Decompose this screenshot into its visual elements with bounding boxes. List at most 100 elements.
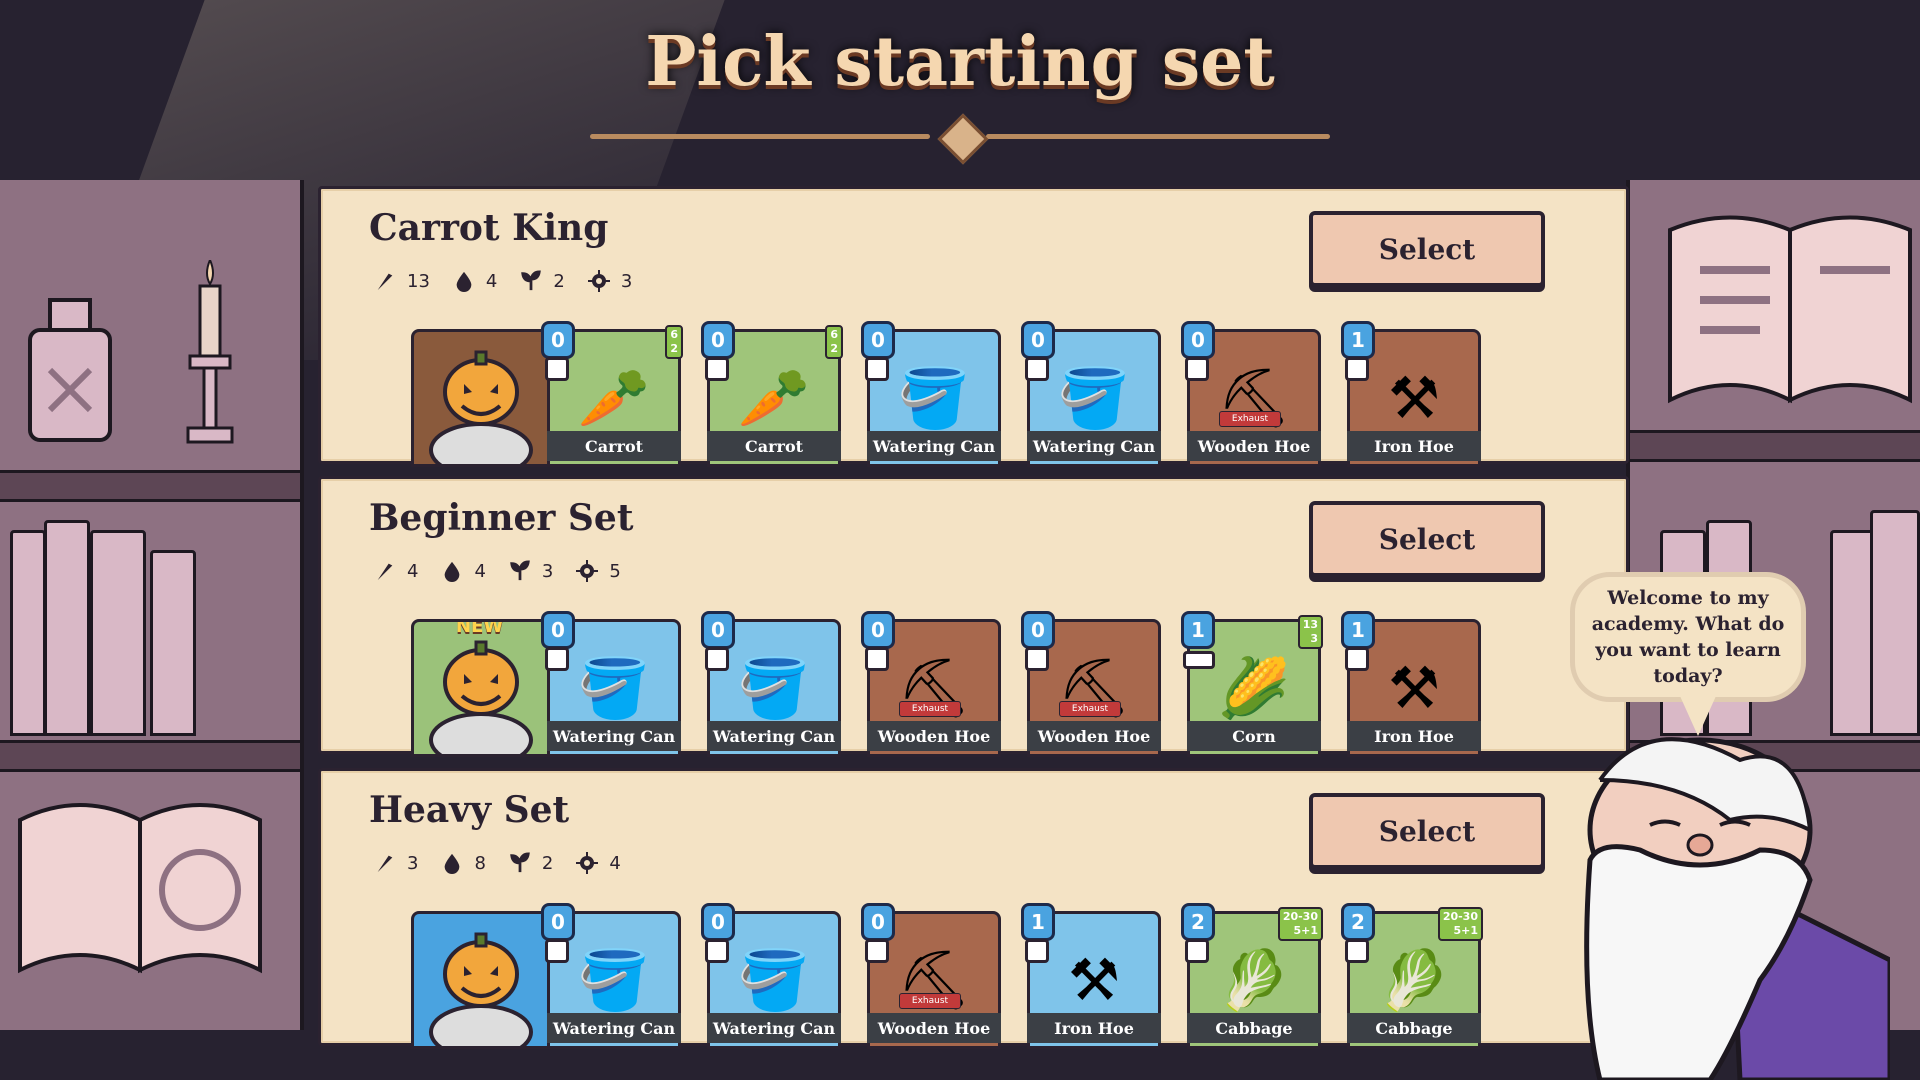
pumpkin-scarecrow-hero-card[interactable] bbox=[411, 329, 551, 467]
stat-hoe: 13 bbox=[373, 269, 430, 293]
select-button[interactable]: Select bbox=[1309, 501, 1545, 577]
stat-sprout: 2 bbox=[519, 269, 565, 293]
card-yield-badge: 62 bbox=[665, 325, 683, 359]
card-slot-icon bbox=[865, 647, 889, 671]
stat-value: 13 bbox=[407, 270, 430, 292]
card-slot-icon bbox=[1185, 357, 1209, 381]
water-drop-icon bbox=[452, 269, 476, 293]
card-carrot[interactable]: 🥕 0 6 2 Carrot bbox=[541, 321, 683, 467]
card-watering-can[interactable]: 🪣 0 Watering Can bbox=[541, 611, 681, 757]
card-name: Watering Can bbox=[707, 1013, 841, 1043]
card-name: Corn bbox=[1187, 721, 1321, 751]
card-slot-icon bbox=[705, 647, 729, 671]
open-book-icon bbox=[1668, 215, 1912, 404]
stat-water: 8 bbox=[440, 851, 486, 875]
yield-time: 5+1 bbox=[1453, 924, 1478, 937]
title-divider-left bbox=[590, 134, 930, 139]
leaf-emblem-icon bbox=[937, 113, 989, 165]
card-cabbage[interactable]: 🥬 2 20-30 5+1 Cabbage bbox=[1181, 903, 1323, 1049]
card-cost: 2 bbox=[1181, 903, 1215, 941]
gear-icon bbox=[587, 269, 611, 293]
card-name: Wooden Hoe bbox=[1027, 721, 1161, 751]
card-wooden-hoe[interactable]: ⛏ 0 Exhaust Wooden Hoe bbox=[1181, 321, 1321, 467]
yield-gold: 20-30 bbox=[1442, 910, 1478, 923]
stat-water: 4 bbox=[440, 559, 486, 583]
set-stats: 13 4 2 3 bbox=[373, 269, 632, 293]
shelf-plank bbox=[1630, 430, 1920, 462]
card-cost: 0 bbox=[861, 903, 895, 941]
select-button[interactable]: Select bbox=[1309, 211, 1545, 287]
starting-set-panel: Carrot King 13 4 2 3 Select 🥕 0 6 2 Carrot 🥕 0 6 2 Carr… bbox=[318, 186, 1629, 467]
card-cost: 1 bbox=[1341, 321, 1375, 359]
card-name: Iron Hoe bbox=[1027, 1013, 1161, 1043]
card-slot-icon bbox=[545, 647, 569, 671]
pumpkin-merchant-hero-card[interactable] bbox=[411, 911, 551, 1049]
card-cost: 0 bbox=[541, 611, 575, 649]
card-slot-icon bbox=[705, 357, 729, 381]
card-watering-can[interactable]: 🪣 0 Watering Can bbox=[541, 903, 681, 1049]
set-stats: 3 8 2 4 bbox=[373, 851, 621, 875]
hoe-stat-icon bbox=[373, 559, 397, 583]
stat-value: 8 bbox=[474, 852, 486, 874]
card-slot-icon bbox=[1183, 651, 1215, 669]
set-name: Beginner Set bbox=[369, 497, 634, 539]
card-slot-icon bbox=[865, 939, 889, 963]
set-stats: 4 4 3 5 bbox=[373, 559, 621, 583]
card-name: Watering Can bbox=[1027, 431, 1161, 461]
stat-value: 4 bbox=[609, 852, 621, 874]
card-iron-hoe[interactable]: ⚒ 1 Iron Hoe bbox=[1341, 321, 1481, 467]
card-cost: 0 bbox=[861, 611, 895, 649]
card-corn[interactable]: 🌽 1 13 3 Corn bbox=[1181, 611, 1323, 757]
card-wooden-hoe[interactable]: ⛏ 0 Exhaust Wooden Hoe bbox=[1021, 611, 1161, 757]
select-button[interactable]: Select bbox=[1309, 793, 1545, 869]
gear-icon bbox=[575, 559, 599, 583]
card-watering-can[interactable]: 🪣 0 Watering Can bbox=[701, 903, 841, 1049]
card-cost: 1 bbox=[1341, 611, 1375, 649]
card-watering-can[interactable]: 🪣 0 Watering Can bbox=[861, 321, 1001, 467]
stat-value: 3 bbox=[620, 270, 633, 292]
card-cost: 0 bbox=[861, 321, 895, 359]
card-iron-hoe[interactable]: ⚒ 1 Iron Hoe bbox=[1021, 903, 1161, 1049]
pumpkin-mage-hero-card[interactable]: NEW bbox=[411, 619, 551, 757]
stat-gear: 5 bbox=[575, 559, 621, 583]
card-carrot[interactable]: 🥕 0 6 2 Carrot bbox=[701, 321, 843, 467]
stat-hoe: 3 bbox=[373, 851, 418, 875]
card-cost: 0 bbox=[1021, 611, 1055, 649]
card-name: Watering Can bbox=[707, 721, 841, 751]
card-watering-can[interactable]: 🪣 0 Watering Can bbox=[701, 611, 841, 757]
stat-value: 4 bbox=[474, 560, 486, 582]
left-bookshelf bbox=[0, 180, 304, 1030]
yield-gold: 20-30 bbox=[1282, 910, 1318, 923]
sprout-icon bbox=[508, 559, 532, 583]
stat-value: 5 bbox=[609, 560, 621, 582]
card-row: 🪣 0 Watering Can 🪣 0 Watering Can ⛏ 0 Exhaust Woo… bbox=[411, 903, 1561, 1049]
card-cabbage[interactable]: 🥬 2 20-30 5+1 Cabbage bbox=[1341, 903, 1483, 1049]
card-slot-icon bbox=[865, 357, 889, 381]
card-name: Watering Can bbox=[547, 721, 681, 751]
pumpkin-head-icon bbox=[429, 932, 533, 1046]
card-row: NEW 🪣 0 Watering Can 🪣 0 Watering Can ⛏ 0 Exhaust… bbox=[411, 611, 1561, 757]
stat-sprout: 2 bbox=[508, 851, 553, 875]
card-wooden-hoe[interactable]: ⛏ 0 Exhaust Wooden Hoe bbox=[861, 903, 1001, 1049]
wizard-mentor-avatar bbox=[1584, 737, 1890, 1080]
card-slot-icon bbox=[1345, 939, 1369, 963]
stat-value: 3 bbox=[407, 852, 419, 874]
card-cost: 0 bbox=[701, 903, 735, 941]
candle-icon bbox=[186, 260, 234, 444]
card-cost: 0 bbox=[1021, 321, 1055, 359]
card-iron-hoe[interactable]: ⚒ 1 Iron Hoe bbox=[1341, 611, 1481, 757]
card-yield-badge: 20-30 5+1 bbox=[1437, 907, 1483, 941]
card-yield-badge: 62 bbox=[825, 325, 843, 359]
card-wooden-hoe[interactable]: ⛏ 0 Exhaust Wooden Hoe bbox=[861, 611, 1001, 757]
book-spine bbox=[90, 530, 146, 736]
book-spine bbox=[44, 520, 90, 736]
stat-hoe: 4 bbox=[373, 559, 418, 583]
exhaust-tag: Exhaust bbox=[899, 701, 961, 717]
page-title: Pick starting set bbox=[645, 22, 1275, 102]
stat-value: 2 bbox=[541, 852, 554, 874]
book-spine bbox=[1870, 510, 1920, 736]
card-name: Cabbage bbox=[1347, 1013, 1481, 1043]
card-watering-can[interactable]: 🪣 0 Watering Can bbox=[1021, 321, 1161, 467]
card-yield-badge: 20-30 5+1 bbox=[1277, 907, 1323, 941]
yield-gold: 13 bbox=[1302, 618, 1318, 631]
